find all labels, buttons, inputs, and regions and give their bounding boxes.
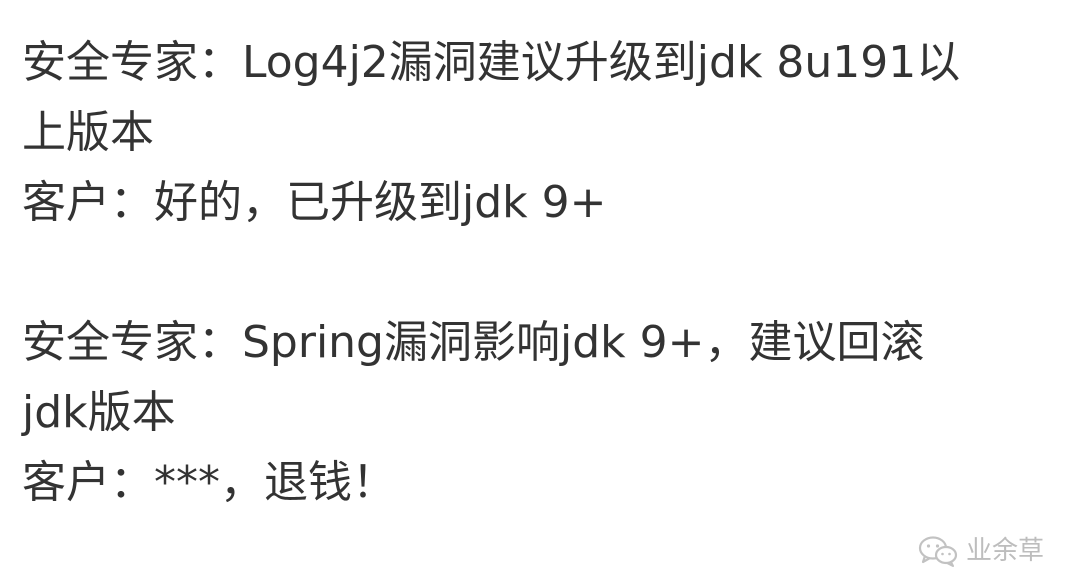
text-line-expert-1: 安全专家：Log4j2漏洞建议升级到jdk 8u191以 — [22, 37, 961, 88]
text-line-expert-2: 安全专家：Spring漏洞影响jdk 9+，建议回滚 — [22, 317, 925, 368]
text-line-expert-1-cont: 上版本 — [22, 107, 154, 158]
watermark-text: 业余草 — [965, 536, 1044, 566]
wechat-icon — [918, 535, 958, 567]
text-line-customer-1: 客户：好的，已升级到jdk 9+ — [22, 177, 607, 228]
text-line-customer-2: 客户：***，退钱！ — [22, 457, 396, 508]
text-line-expert-2-cont: jdk版本 — [22, 387, 176, 438]
conversation-text: 安全专家：Log4j2漏洞建议升级到jdk 8u191以 上版本 客户：好的，已… — [22, 28, 1067, 518]
watermark: 业余草 — [918, 535, 1044, 567]
